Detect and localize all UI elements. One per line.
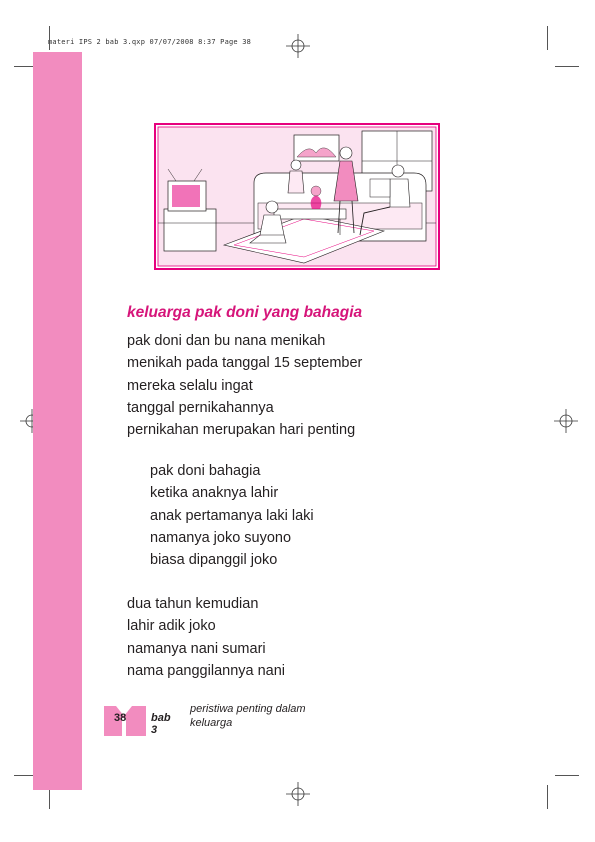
crop-mark [547,785,548,809]
crop-mark [49,26,50,50]
crop-mark [547,26,548,50]
stanza-line: pak doni dan bu nana menikah [127,333,326,349]
family-living-room-illustration [154,123,440,270]
side-color-bar [33,52,82,790]
stanza-line: tanggal pernikahannya [127,399,274,416]
crop-mark [555,66,579,67]
crop-mark [555,775,579,776]
registration-mark-icon [554,409,578,433]
stanza-line: dua tahun kemudian [127,596,259,612]
poem-title: keluarga pak doni yang bahagia [127,304,363,321]
stanza-line: pak doni bahagia [150,463,261,479]
stanza-line: namanya nani sumari [127,640,266,657]
chapter-title: peristiwa penting dalam keluarga [190,703,306,729]
stanza-line: menikah pada tanggal 15 september [127,355,363,372]
stanza-line: ketika anaknya lahir [150,485,279,502]
stanza-line: namanya joko suyono [150,529,292,546]
stanza-line: mereka selalu ingat [127,377,253,394]
stanza-1: pak doni dan bu nana menikah menikah pad… [127,330,362,441]
registration-mark-icon [286,782,310,806]
chapter-label: bab 3 [151,712,171,736]
stanza-3: dua tahun kemudian lahir adik joko naman… [127,593,285,682]
stanza-2: pak doni bahagia ketika anaknya lahir an… [150,460,314,571]
stanza-line: anak pertamanya laki laki [150,507,314,524]
slug-line: materi IPS 2 bab 3.qxp 07/07/2008 8:37 P… [48,38,252,46]
stanza-line: lahir adik joko [127,618,216,635]
stanza-line: pernikahan merupakan hari penting [127,422,356,439]
stanza-line: biasa dipanggil joko [150,552,278,569]
registration-mark-icon [286,34,310,58]
page-number: 38 [114,712,127,724]
stanza-line: nama panggilannya nani [127,662,286,679]
